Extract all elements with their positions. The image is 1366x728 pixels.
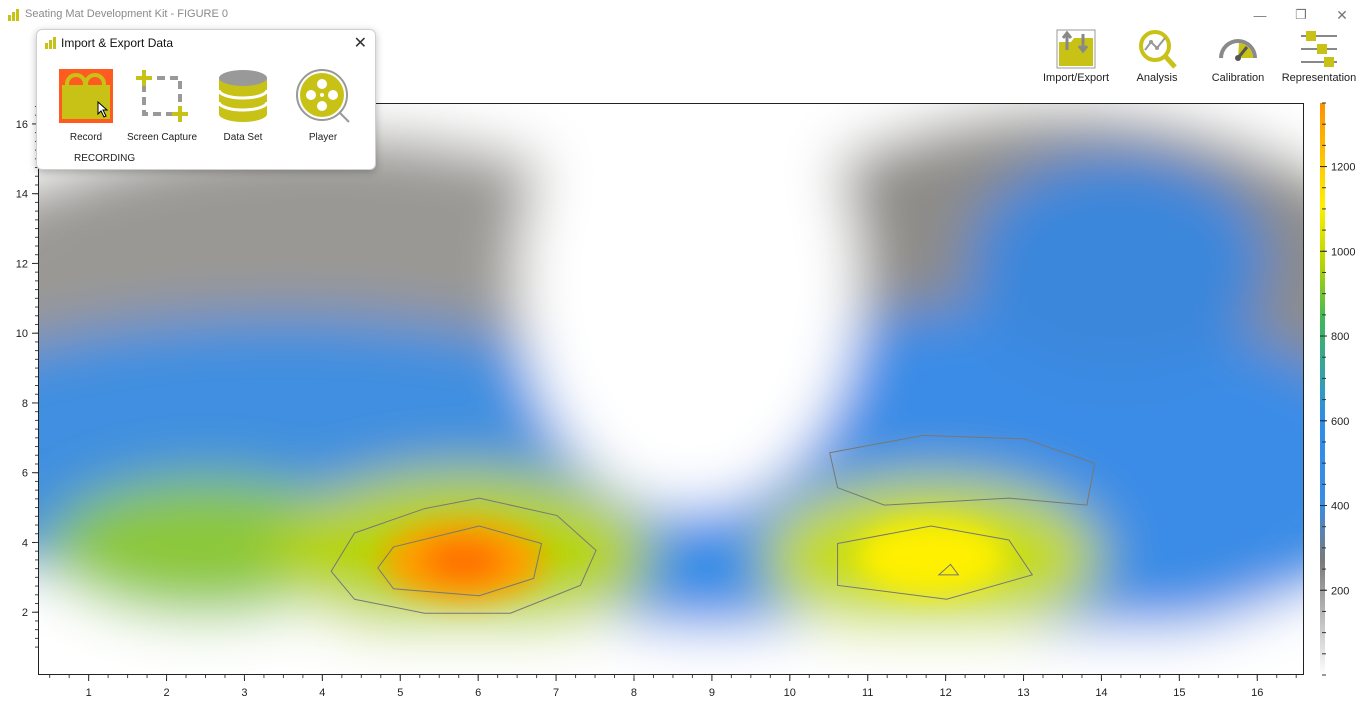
y-tick-label: 16 bbox=[16, 119, 28, 131]
x-tick-label: 5 bbox=[397, 687, 403, 699]
heatmap-canvas bbox=[39, 104, 1303, 674]
minimize-button[interactable]: — bbox=[1240, 4, 1280, 26]
screen-capture-label: Screen Capture bbox=[126, 132, 198, 143]
x-tick-label: 13 bbox=[1017, 687, 1029, 699]
import-export-button[interactable]: Import/Export bbox=[1036, 28, 1116, 88]
colorbar-gradient bbox=[1320, 103, 1325, 675]
title-bar: Seating Mat Development Kit - FIGURE 0 —… bbox=[0, 4, 1366, 26]
pressure-heatmap-plot bbox=[38, 103, 1304, 675]
representation-sliders-icon bbox=[1301, 31, 1337, 67]
player-label: Player bbox=[308, 132, 338, 143]
colorbar-tick-label: 200 bbox=[1331, 585, 1349, 597]
import-export-label: Import/Export bbox=[1042, 72, 1110, 84]
film-reel-icon bbox=[296, 69, 350, 123]
x-tick-label: 16 bbox=[1251, 687, 1263, 699]
screen-capture-button[interactable]: Screen Capture bbox=[117, 68, 207, 143]
close-window-button[interactable]: ✕ bbox=[1322, 4, 1362, 26]
maximize-button[interactable]: ❐ bbox=[1281, 4, 1321, 26]
x-axis: 1 2 3 4 5 6 7 8 9 10 11 12 13 14 15 16 bbox=[49, 675, 1297, 699]
x-tick-label: 4 bbox=[319, 687, 325, 699]
dialog-close-button[interactable]: ✕ bbox=[354, 33, 367, 53]
x-tick-label: 6 bbox=[475, 687, 481, 699]
x-tick-label: 14 bbox=[1095, 687, 1107, 699]
x-tick-label: 8 bbox=[631, 687, 637, 699]
colorbar-tick-label: 1200 bbox=[1331, 162, 1355, 174]
analysis-icon bbox=[1139, 30, 1177, 69]
y-axis: 2 4 6 8 10 12 14 16 bbox=[16, 105, 38, 648]
calibration-gauge-icon bbox=[1219, 39, 1257, 61]
x-tick-label: 7 bbox=[553, 687, 559, 699]
y-tick-label: 8 bbox=[22, 398, 28, 410]
colorbar-tick-label: 400 bbox=[1331, 501, 1349, 513]
calibration-label: Calibration bbox=[1211, 72, 1265, 84]
x-tick-label: 11 bbox=[862, 687, 873, 699]
app-window: Seating Mat Development Kit - FIGURE 0 —… bbox=[0, 0, 1366, 728]
x-tick-label: 10 bbox=[784, 687, 796, 699]
calibration-button[interactable]: Calibration bbox=[1198, 28, 1278, 88]
colorbar: 200 400 600 800 1000 1200 bbox=[1320, 102, 1355, 676]
player-button[interactable]: Player bbox=[278, 68, 368, 143]
y-tick-label: 2 bbox=[22, 607, 28, 619]
x-tick-label: 12 bbox=[939, 687, 951, 699]
screen-capture-icon bbox=[136, 70, 188, 122]
dialog-app-icon bbox=[45, 37, 56, 49]
import-export-icon bbox=[1056, 29, 1096, 69]
y-tick-label: 10 bbox=[16, 328, 28, 340]
import-export-dialog: Import & Export Data ✕ Record Screen Cap… bbox=[36, 29, 376, 170]
representation-button[interactable]: Representation bbox=[1279, 28, 1359, 88]
y-tick-label: 12 bbox=[16, 258, 28, 270]
y-tick-label: 14 bbox=[16, 189, 28, 201]
x-tick-label: 3 bbox=[241, 687, 247, 699]
colorbar-tick-label: 600 bbox=[1331, 416, 1349, 428]
window-title: Seating Mat Development Kit - FIGURE 0 bbox=[25, 8, 228, 20]
x-tick-label: 15 bbox=[1173, 687, 1185, 699]
analysis-button[interactable]: Analysis bbox=[1117, 28, 1197, 88]
heatmap-blobs bbox=[39, 104, 1303, 674]
app-logo-icon bbox=[8, 9, 19, 21]
x-tick-label: 1 bbox=[86, 687, 92, 699]
data-set-button[interactable]: Data Set bbox=[198, 68, 288, 143]
x-tick-label: 9 bbox=[709, 687, 715, 699]
database-icon bbox=[217, 70, 269, 122]
data-set-label: Data Set bbox=[223, 132, 263, 143]
representation-label: Representation bbox=[1281, 72, 1357, 84]
analysis-label: Analysis bbox=[1136, 72, 1178, 84]
y-tick-label: 4 bbox=[22, 537, 28, 549]
colorbar-tick-label: 800 bbox=[1331, 331, 1349, 343]
recording-status: RECORDING bbox=[74, 153, 136, 164]
record-icon bbox=[59, 69, 113, 123]
colorbar-tick-label: 1000 bbox=[1331, 246, 1355, 258]
y-tick-label: 6 bbox=[22, 468, 28, 480]
dialog-title: Import & Export Data bbox=[61, 36, 174, 50]
x-tick-label: 2 bbox=[163, 687, 169, 699]
